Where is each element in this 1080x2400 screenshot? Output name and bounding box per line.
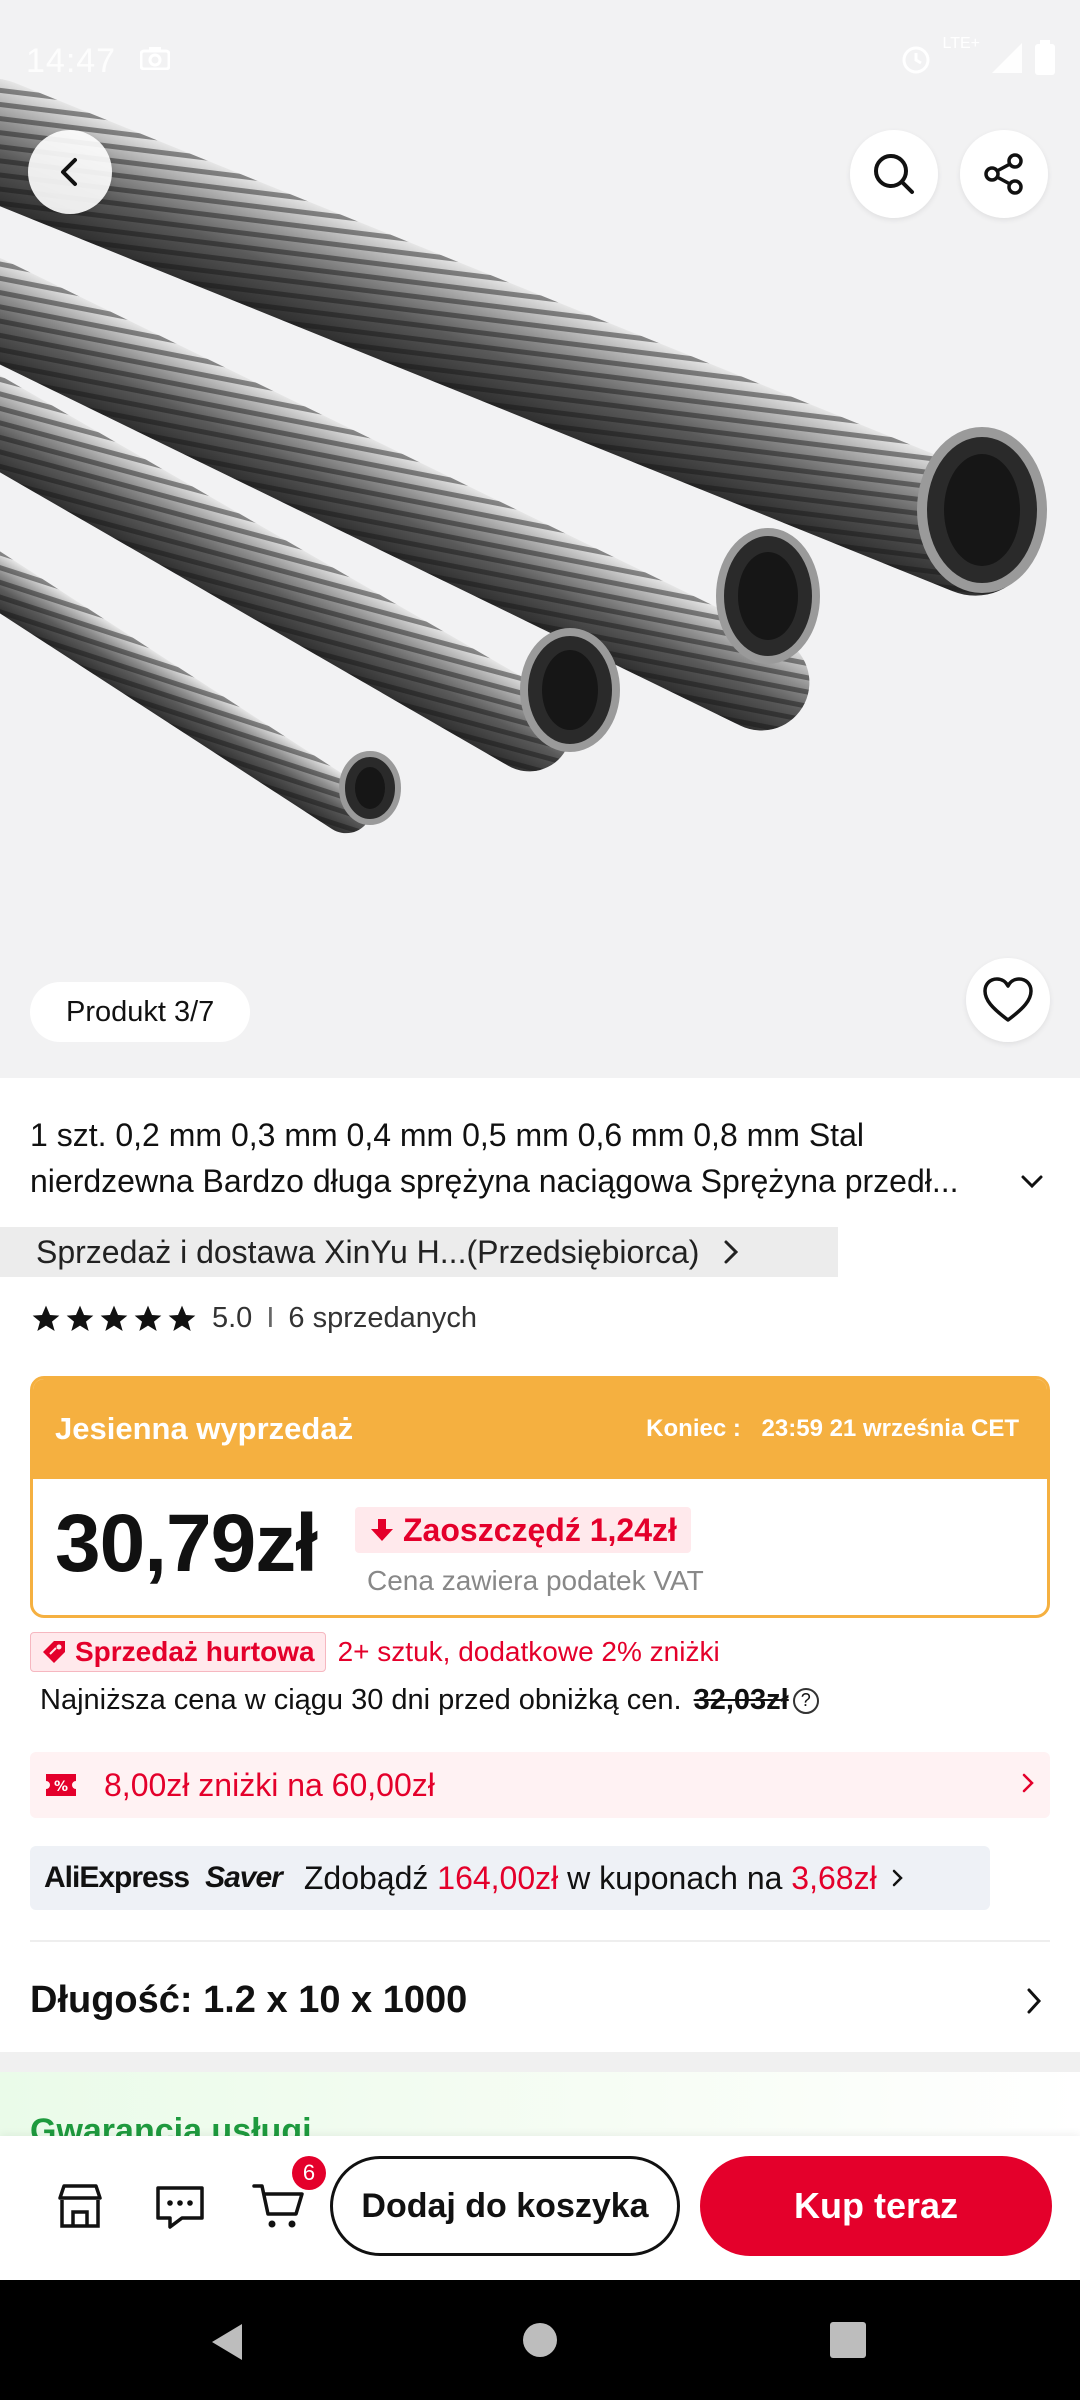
search-button[interactable] bbox=[850, 130, 938, 218]
saver-banner[interactable]: AliExpress Saver Zdobądź 164,00zł w kupo… bbox=[30, 1846, 990, 1910]
product-title-line-2: nierdzewna Bardzo długa sprężyna naciągo… bbox=[30, 1163, 959, 1199]
arrow-down-icon bbox=[371, 1519, 393, 1541]
product-image-gallery[interactable]: 14:47 LTE+ Produkt 3/7 bbox=[0, 0, 1080, 1078]
coupon-banner[interactable]: % 8,00zł zniżki na 60,00zł bbox=[30, 1752, 1050, 1818]
back-button[interactable] bbox=[28, 130, 112, 214]
nav-recents-icon[interactable] bbox=[828, 2320, 868, 2360]
status-bar: 14:47 LTE+ bbox=[0, 0, 1080, 124]
info-icon[interactable]: ? bbox=[792, 1687, 819, 1714]
star-icon bbox=[134, 1305, 162, 1331]
sale-header: Jesienna wyprzedaż Koniec : 23:59 21 wrz… bbox=[33, 1379, 1047, 1479]
bulk-discount: Sprzedaż hurtowa 2+ sztuk, dodatkowe 2% … bbox=[30, 1632, 720, 1672]
chevron-right-icon bbox=[1027, 1988, 1042, 2014]
screenshot-icon bbox=[140, 47, 170, 70]
cart-count-badge: 6 bbox=[292, 2156, 326, 2190]
star-icon bbox=[100, 1305, 128, 1331]
divider bbox=[30, 1940, 1050, 1942]
sale-end-value: 23:59 21 września CET bbox=[761, 1415, 1019, 1442]
buy-now-button[interactable]: Kup teraz bbox=[700, 2156, 1052, 2256]
share-button[interactable] bbox=[960, 130, 1048, 218]
savings-text: Zaoszczędź 1,24zł bbox=[403, 1511, 677, 1548]
chevron-right-icon bbox=[1022, 1773, 1034, 1793]
star-icon bbox=[66, 1305, 94, 1331]
wishlist-button[interactable] bbox=[966, 958, 1050, 1042]
chevron-right-icon bbox=[724, 1240, 739, 1264]
bottom-action-bar: 6 Dodaj do koszyka Kup teraz bbox=[0, 2136, 1080, 2280]
variant-selector[interactable]: Długość: 1.2 x 10 x 1000 bbox=[30, 1972, 1050, 2028]
bulk-tag: Sprzedaż hurtowa bbox=[30, 1632, 326, 1672]
saver-message: Zdobądź 164,00zł w kuponach na 3,68zł bbox=[304, 1860, 877, 1897]
chevron-down-icon[interactable] bbox=[1018, 1168, 1046, 1196]
store-icon[interactable] bbox=[54, 2180, 106, 2232]
saver-msg-middle: w kuponach na bbox=[567, 1859, 783, 1896]
seller-label: Sprzedaż i dostawa XinYu H...(Przedsiębi… bbox=[36, 1233, 700, 1270]
price-box: Jesienna wyprzedaż Koniec : 23:59 21 wrz… bbox=[30, 1376, 1050, 1618]
network-type: LTE+ bbox=[942, 35, 981, 52]
image-counter: Produkt 3/7 bbox=[30, 982, 251, 1042]
product-title-line-1: 1 szt. 0,2 mm 0,3 mm 0,4 mm 0,5 mm 0,6 m… bbox=[30, 1117, 864, 1153]
bulk-tag-label: Sprzedaż hurtowa bbox=[75, 1636, 315, 1667]
nav-home-icon[interactable] bbox=[520, 2320, 560, 2360]
signal-icon bbox=[992, 43, 1022, 73]
product-title[interactable]: 1 szt. 0,2 mm 0,3 mm 0,4 mm 0,5 mm 0,6 m… bbox=[30, 1112, 1030, 1204]
saver-price-value: 3,68zł bbox=[791, 1859, 877, 1896]
chat-icon[interactable] bbox=[154, 2180, 206, 2232]
rating-separator: I bbox=[266, 1302, 275, 1334]
coupon-icon: % bbox=[46, 1774, 76, 1796]
lowest-price-note: Najniższa cena w ciągu 30 dni przed obni… bbox=[40, 1684, 819, 1717]
status-time: 14:47 bbox=[26, 42, 117, 80]
alarm-icon bbox=[902, 46, 929, 74]
search-icon bbox=[874, 154, 914, 194]
service-guarantee-section[interactable]: Gwarancja usługi bbox=[0, 2072, 1080, 2136]
lowest-price-text: Najniższa cena w ciągu 30 dni przed obni… bbox=[40, 1684, 682, 1716]
sale-name: Jesienna wyprzedaż bbox=[55, 1411, 354, 1446]
saver-logo-text: Saver bbox=[205, 1861, 283, 1894]
aliexpress-logo-text: AliExpress bbox=[44, 1861, 190, 1894]
saver-msg-prefix: Zdobądź bbox=[303, 1859, 429, 1896]
aliexpress-saver-logo: AliExpress Saver bbox=[44, 1861, 283, 1895]
sale-end-label: Koniec : bbox=[646, 1415, 741, 1442]
cart-icon[interactable] bbox=[252, 2180, 306, 2232]
savings-badge: Zaoszczędź 1,24zł bbox=[355, 1507, 691, 1553]
nav-back-icon[interactable] bbox=[206, 2320, 250, 2364]
sale-end-time: Koniec : 23:59 21 września CET bbox=[646, 1415, 1019, 1443]
svg-text:%: % bbox=[54, 1779, 68, 1795]
coupon-text: 8,00zł zniżki na 60,00zł bbox=[104, 1766, 435, 1803]
add-to-cart-button[interactable]: Dodaj do koszyka bbox=[330, 2156, 680, 2256]
system-navigation-bar bbox=[0, 2280, 1080, 2400]
star-icon bbox=[32, 1305, 60, 1331]
sold-count: 6 sprzedanych bbox=[288, 1302, 478, 1334]
section-separator bbox=[0, 2052, 1080, 2072]
chevron-right-icon bbox=[892, 1869, 903, 1887]
rating-value: 5.0 bbox=[212, 1302, 253, 1334]
star-icon bbox=[168, 1305, 196, 1331]
chevron-left-icon bbox=[61, 158, 77, 186]
rating-row[interactable]: 5.0 I 6 sprzedanych bbox=[30, 1302, 477, 1335]
bulk-text: 2+ sztuk, dodatkowe 2% zniżki bbox=[337, 1636, 720, 1667]
variant-label: Długość: 1.2 x 10 x 1000 bbox=[30, 1978, 468, 2021]
vat-note: Cena zawiera podatek VAT bbox=[367, 1565, 704, 1596]
seller-link[interactable]: Sprzedaż i dostawa XinYu H...(Przedsiębi… bbox=[0, 1227, 838, 1277]
share-icon bbox=[984, 153, 1023, 195]
guarantee-title: Gwarancja usługi bbox=[30, 2112, 312, 2136]
battery-icon bbox=[1035, 40, 1055, 75]
current-price: 30,79zł bbox=[55, 1498, 318, 1589]
saver-coupon-value: 164,00zł bbox=[437, 1859, 559, 1896]
tag-icon bbox=[43, 1641, 65, 1663]
heart-icon bbox=[983, 977, 1033, 1022]
star-rating bbox=[30, 1303, 198, 1335]
old-price: 32,03zł bbox=[693, 1684, 789, 1716]
